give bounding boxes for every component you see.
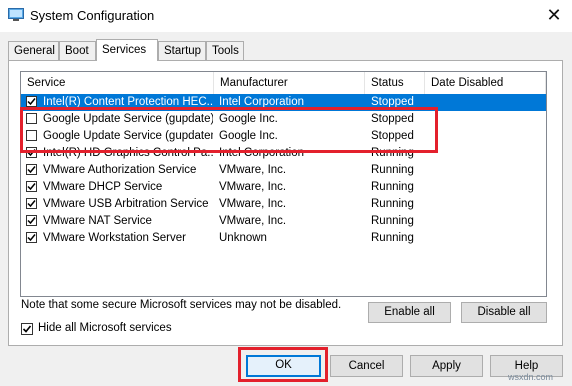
checkmark-icon	[27, 217, 36, 225]
service-name: VMware USB Arbitration Service	[43, 198, 209, 210]
service-checkbox[interactable]	[26, 130, 37, 141]
manufacturer: Intel Corporation	[219, 147, 305, 159]
status: Running	[371, 181, 414, 193]
service-checkbox[interactable]	[26, 164, 37, 175]
service-checkbox[interactable]	[26, 215, 37, 226]
manufacturer: Unknown	[219, 232, 267, 244]
status: Running	[371, 215, 414, 227]
status: Running	[371, 164, 414, 176]
checkmark-icon	[27, 234, 36, 242]
service-checkbox[interactable]	[26, 232, 37, 243]
manufacturer: Intel Corporation	[219, 96, 305, 108]
status: Stopped	[371, 96, 414, 108]
table-row[interactable]: VMware NAT Service VMware, Inc. Running	[21, 213, 546, 230]
service-checkbox[interactable]	[26, 147, 37, 158]
service-name: VMware NAT Service	[43, 215, 152, 227]
service-name: Intel(R) HD Graphics Control Pa...	[43, 147, 213, 159]
table-row[interactable]: Google Update Service (gupdate) Google In…	[21, 111, 546, 128]
window-title: System Configuration	[30, 8, 155, 23]
status: Running	[371, 147, 414, 159]
manufacturer: Google Inc.	[219, 130, 278, 142]
ok-button[interactable]: OK	[246, 355, 321, 377]
checkmark-icon	[27, 98, 36, 106]
date-disabled	[431, 196, 541, 213]
hide-microsoft-services-checkbox[interactable]	[21, 323, 33, 335]
title-bar: System Configuration ✕	[0, 0, 572, 32]
table-row[interactable]: Google Update Service (gupdatem) Google I…	[21, 128, 546, 145]
checkmark-icon	[27, 149, 36, 157]
date-disabled	[431, 230, 541, 247]
tab-startup[interactable]: Startup	[158, 41, 206, 60]
date-disabled	[431, 111, 541, 128]
checkmark-icon	[27, 183, 36, 191]
date-disabled	[431, 128, 541, 145]
service-name: Google Update Service (gupdate)	[43, 113, 213, 125]
table-row[interactable]: VMware USB Arbitration Service VMware, In…	[21, 196, 546, 213]
table-row[interactable]: VMware Authorization Service VMware, Inc.…	[21, 162, 546, 179]
column-header-date-disabled[interactable]: Date Disabled	[425, 72, 546, 94]
date-disabled	[431, 179, 541, 196]
date-disabled	[431, 145, 541, 162]
service-name: Intel(R) Content Protection HEC...	[43, 96, 213, 108]
list-header: Service Manufacturer Status Date Disable…	[21, 72, 546, 94]
column-header-manufacturer[interactable]: Manufacturer	[214, 72, 365, 94]
table-row[interactable]: Intel(R) HD Graphics Control Pa... Intel …	[21, 145, 546, 162]
secure-services-note: Note that some secure Microsoft services…	[21, 299, 342, 311]
tab-tools[interactable]: Tools	[206, 41, 244, 60]
services-list[interactable]: Service Manufacturer Status Date Disable…	[20, 71, 547, 297]
service-checkbox[interactable]	[26, 198, 37, 209]
column-header-service[interactable]: Service	[21, 72, 214, 94]
table-row[interactable]: VMware Workstation Server Unknown Running	[21, 230, 546, 247]
manufacturer: Google Inc.	[219, 113, 278, 125]
date-disabled	[431, 94, 541, 111]
column-header-status[interactable]: Status	[365, 72, 425, 94]
service-checkbox[interactable]	[26, 113, 37, 124]
service-name: Google Update Service (gupdatem)	[43, 130, 213, 142]
manufacturer: VMware, Inc.	[219, 164, 287, 176]
table-row[interactable]: Intel(R) Content Protection HEC... Intel …	[21, 94, 546, 111]
cancel-button[interactable]: Cancel	[330, 355, 403, 377]
watermark: wsxdn.com	[508, 372, 554, 382]
service-name: VMware Authorization Service	[43, 164, 197, 176]
checkmark-icon	[27, 166, 36, 174]
manufacturer: VMware, Inc.	[219, 181, 287, 193]
tab-general[interactable]: General	[8, 41, 59, 60]
service-checkbox[interactable]	[26, 96, 37, 107]
system-configuration-icon	[8, 8, 24, 21]
apply-button[interactable]: Apply	[410, 355, 483, 377]
status: Running	[371, 232, 414, 244]
close-icon[interactable]: ✕	[540, 3, 568, 27]
status: Running	[371, 198, 414, 210]
hide-microsoft-services-label: Hide all Microsoft services	[38, 322, 172, 334]
service-checkbox[interactable]	[26, 181, 37, 192]
service-name: VMware Workstation Server	[43, 232, 186, 244]
tab-services[interactable]: Services	[96, 39, 158, 61]
date-disabled	[431, 213, 541, 230]
status: Stopped	[371, 130, 414, 142]
enable-all-button[interactable]: Enable all	[368, 302, 451, 323]
checkmark-icon	[27, 200, 36, 208]
status: Stopped	[371, 113, 414, 125]
manufacturer: VMware, Inc.	[219, 198, 287, 210]
date-disabled	[431, 162, 541, 179]
manufacturer: VMware, Inc.	[219, 215, 287, 227]
table-row[interactable]: VMware DHCP Service VMware, Inc. Running	[21, 179, 546, 196]
tab-boot[interactable]: Boot	[59, 41, 96, 60]
checkmark-icon	[22, 325, 32, 333]
service-name: VMware DHCP Service	[43, 181, 163, 193]
disable-all-button[interactable]: Disable all	[461, 302, 547, 323]
